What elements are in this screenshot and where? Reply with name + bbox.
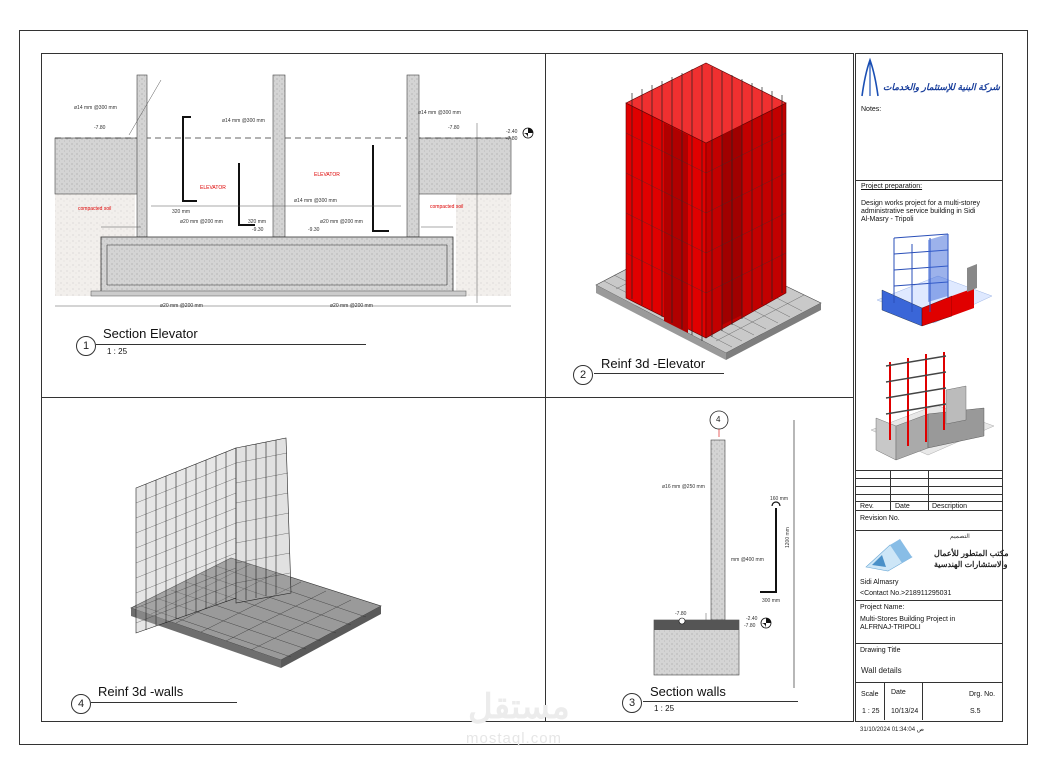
rebar-label-right: ø14 mm @300 mm [418,110,461,116]
soil-right [456,194,511,296]
project-prep-line-1: Design works project for a multi-storey [861,200,981,207]
revision-no-label: Revision No. [860,515,900,522]
drawing-title-label: Drawing Title [860,647,901,654]
watermark-url: mostaql.com [466,730,563,747]
dim-1200-label: 1200 mm [785,527,791,548]
design-label-ar: التصميم [950,534,970,540]
viewport-1-scale: 1 : 25 [107,347,128,356]
bar-20-right: ø20 mm @200 mm [320,219,363,225]
notes-label: Notes: [861,106,882,113]
viewport-3-scale: 1 : 25 [654,704,675,713]
project-prep-line-3: Al-Masry - Tripoli [861,216,914,223]
viewport-3-number: 3 [622,693,642,713]
contact-number: <Contact No.>218911295031 [860,590,952,597]
wall-level-a: -7.80 [675,611,687,617]
raft-foundation [100,236,454,294]
reinf-3d-elevator-drawing [595,62,822,360]
rev-column-header: Rev. [860,503,874,510]
elevator-label-1: ELEVATOR [200,185,226,191]
bar-320-left: 320 mm [172,209,191,215]
description-column-header: Description [932,503,968,510]
viewport-4-title: Reinf 3d -walls [98,684,184,699]
wall-mid [272,74,286,238]
grid-label-4: 4 [716,415,721,424]
section-walls-drawing [653,410,795,688]
elevator-label-2: ELEVATOR [314,172,340,178]
drawing-title-value: Wall details [861,666,902,675]
level-left: -7.80 [94,125,106,131]
company-name-ar: شركة البنية للإستثمار والخدمات [883,82,1000,92]
rebar-400-label: mm @400 mm [731,557,764,563]
drawing-number-value: S.5 [970,708,981,715]
project-name-line-2: ALFRNAJ-TRIPOLI [860,624,921,631]
date-label: Date [891,689,906,696]
wall-mesh-right [235,437,292,604]
contact-name: Sidi Almasry [860,579,899,586]
rebar-label-inner: ø14 mm @300 mm [294,198,337,204]
rebar-label-mid: ø14 mm @300 mm [222,118,265,124]
viewport-2-number: 2 [573,365,593,385]
viewport-3-title: Section walls [650,684,726,699]
reinf-3d-walls-drawing [130,437,382,668]
wall-left [136,74,148,238]
level-930-right: -9.30 [308,227,320,233]
scale-label: Scale [861,691,879,698]
bar-bottom-left: ø20 mm @200 mm [160,303,203,309]
rebar-16-label: ø16 mm @250 mm [662,484,705,490]
project-preparation-heading: Project preparation: [861,183,923,190]
bar-bottom-right: ø20 mm @200 mm [330,303,373,309]
drawing-number-label: Drg. No. [969,691,996,698]
soil-label-right: compacted soil [430,204,464,210]
slab-left [54,137,141,195]
viewport-1-title: Section Elevator [103,326,198,341]
viewport-1-number: 1 [76,336,96,356]
wall-level-c: -7.80 [744,623,756,629]
rebar-label-top-left: ø14 mm @300 mm [74,105,117,111]
design-office-logo [865,539,913,572]
building-render-red [870,352,995,461]
viewport-4-number: 4 [71,694,91,714]
wall-section [710,439,726,621]
date-column-header: Date [895,503,910,510]
project-prep-line-2: administrative service building in Sidi [861,208,976,215]
watermark-logo-ar: مستقل [468,688,570,726]
project-name-line-1: Multi-Stores Building Project in [860,616,956,623]
dim-300-label: 300 mm [762,598,781,604]
print-timestamp: 31/10/2024 01:34:04 ص [860,727,924,733]
slab-right [408,137,512,195]
design-office-ar-2: والاستشارات الهندسية [934,560,1008,569]
soil-label-left: compacted soil [78,206,112,212]
date-value: 10/13/24 [891,708,919,715]
bar-20-left: ø20 mm @200 mm [180,219,223,225]
viewport-2-title: Reinf 3d -Elevator [601,356,706,371]
dim-160-label: 160 mm [770,496,789,502]
design-office-ar-1: مكتب المتطور للأعمال [934,549,1009,558]
company-logo [861,57,879,97]
wall-level-b: -2.40 [746,616,758,622]
project-name-label: Project Name: [860,604,905,611]
level-930-left: -9.30 [252,227,264,233]
bar-320-right: 320 mm [248,219,267,225]
level-marker-top: -2.40 [506,129,518,135]
building-render-blue [876,233,993,327]
scale-value: 1 : 25 [862,708,880,715]
level-right: -7.80 [448,125,460,131]
level-marker-bottom: -7.80 [506,136,518,142]
wall-right [406,74,420,238]
